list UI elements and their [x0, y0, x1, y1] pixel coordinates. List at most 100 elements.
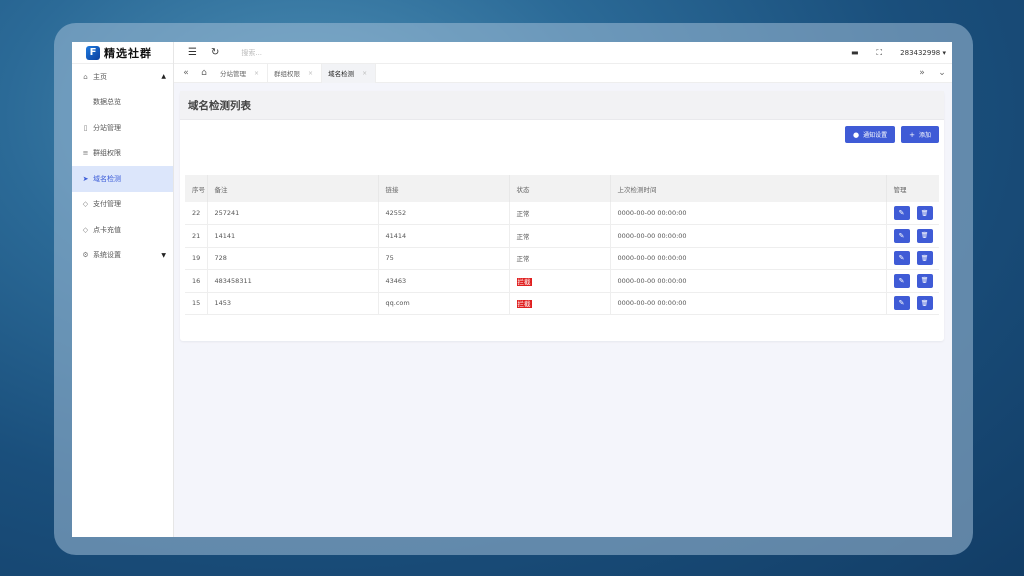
cell-note: 728	[207, 247, 379, 270]
cell-link: qq.com	[378, 292, 510, 315]
table-row: 19 728 75 正常 0000-00-00 00:00:00 ✎ 🗑	[185, 247, 939, 270]
cell-note: 483458311	[207, 269, 379, 292]
col-note: 备注	[207, 175, 379, 202]
cell-text: 21	[192, 231, 201, 240]
delete-icon[interactable]: 🗑	[916, 228, 933, 243]
tab-label: 域名检测	[328, 70, 355, 78]
fullscreen-icon[interactable]: ⛶	[877, 48, 883, 58]
sidebar-item-label: 分站管理	[93, 123, 121, 132]
cell-time: 0000-00-00 00:00:00	[610, 292, 887, 315]
sidebar-item-label: 数据总览	[93, 98, 121, 107]
delete-icon[interactable]: 🗑	[916, 273, 933, 288]
cell-link: 42552	[378, 202, 510, 225]
tab-1[interactable]: 群组权限 ×	[268, 63, 323, 83]
tab-dropdown-icon[interactable]: ⌄	[932, 68, 952, 78]
sidebar-item-label: 域名检测	[93, 174, 121, 183]
cell-id: 16	[185, 269, 208, 292]
table-header: 序号 备注 链接 状态 上次检测时间 管理	[185, 175, 939, 202]
brand-name: 精选社群	[104, 46, 152, 60]
cell-id: 21	[185, 224, 208, 247]
sidebar-item-5[interactable]: ◇ 支付管理	[72, 192, 173, 218]
col-status: 状态	[509, 175, 611, 202]
cell-text: 1453	[214, 299, 232, 308]
edit-icon[interactable]: ✎	[893, 273, 910, 288]
sidebar-item-6[interactable]: ◇ 点卡充值	[72, 217, 173, 243]
home-tab-icon[interactable]: ⌂	[198, 68, 210, 78]
sidebar: F 精选社群 ⌂ 主页 ▲ 数据总览 ▯ 分站管理 ≡ 群组权限 ➤ 域名检测 ◇ 支付管理 ◇ 点卡充值…	[72, 42, 174, 537]
status-badge: 拦截	[516, 277, 532, 286]
sidebar-item-3[interactable]: ≡ 群组权限	[72, 141, 173, 167]
table-row: 22 257241 42552 正常 0000-00-00 00:00:00 ✎ 🗑	[185, 202, 939, 225]
sidebar-item-label: 点卡充值	[93, 225, 121, 234]
cell-note: 14141	[207, 224, 379, 247]
table-row: 15 1453 qq.com 拦截 0000-00-00 00:00:00 ✎ 🗑	[185, 292, 939, 315]
cell-text: 43463	[385, 276, 407, 285]
sidebar-item-2[interactable]: ▯ 分站管理	[72, 115, 173, 141]
cell-id: 15	[185, 292, 208, 315]
delete-icon[interactable]: 🗑	[916, 206, 933, 220]
refresh-icon[interactable]: ↻	[211, 47, 219, 58]
send-icon: ➤	[82, 174, 89, 183]
gear-icon: ⚙	[82, 251, 89, 260]
edit-icon[interactable]: ✎	[893, 251, 910, 266]
app-window: F 精选社群 ⌂ 主页 ▲ 数据总览 ▯ 分站管理 ≡ 群组权限 ➤ 域名检测 ◇ 支付管理 ◇ 点卡充值…	[72, 42, 952, 537]
cell-manage: ✎ 🗑	[886, 247, 939, 270]
cell-link: 41414	[378, 224, 510, 247]
caret-down-icon: ▼	[161, 251, 166, 259]
tabs: 分站管理 × 群组权限 × 域名检测 ×	[214, 63, 377, 83]
cell-time: 0000-00-00 00:00:00	[610, 247, 887, 270]
close-icon[interactable]: ×	[308, 70, 313, 77]
edit-icon[interactable]: ✎	[893, 228, 910, 243]
cell-text: 0000-00-00 00:00:00	[617, 231, 687, 240]
add-button[interactable]: + 添加	[901, 126, 939, 143]
cell-note: 257241	[207, 202, 379, 225]
close-icon[interactable]: ×	[254, 70, 259, 77]
menu-fold-icon[interactable]: ☰	[188, 47, 197, 58]
logo-mark: F	[86, 45, 100, 60]
status-badge: 正常	[516, 210, 530, 218]
sidebar-item-4[interactable]: ➤ 域名检测	[72, 166, 173, 192]
tab-scroll-right-icon[interactable]: »	[912, 68, 932, 78]
cell-time: 0000-00-00 00:00:00	[610, 224, 887, 247]
cell-text: 257241	[214, 209, 240, 217]
cell-manage: ✎ 🗑	[886, 270, 939, 293]
cell-id: 19	[185, 247, 208, 270]
col-manage: 管理	[893, 185, 907, 194]
grid-icon: ▯	[83, 123, 88, 132]
edit-icon[interactable]: ✎	[893, 206, 910, 220]
cell-text: 16	[192, 276, 201, 285]
table-row: 21 14141 41414 正常 0000-00-00 00:00:00 ✎ 🗑	[185, 224, 939, 247]
table-row: 16 483458311 43463 拦截 0000-00-00 00:00:00 ✎ 🗑	[185, 269, 939, 293]
sidebar-item-label: 群组权限	[93, 149, 121, 158]
caret-up-icon: ▲	[161, 73, 166, 81]
col-last-check: 上次检测时间	[610, 175, 887, 202]
edit-icon[interactable]: ✎	[893, 296, 910, 311]
logo[interactable]: F 精选社群	[72, 42, 173, 64]
delete-icon[interactable]: 🗑	[916, 296, 933, 311]
cell-text: 0000-00-00 00:00:00	[617, 254, 687, 263]
notice-icon[interactable]: ▬	[851, 48, 859, 57]
sidebar-item-label: 支付管理	[93, 200, 121, 209]
cell-status: 拦截	[509, 269, 611, 292]
cell-id: 22	[185, 202, 208, 225]
sidebar-item-0[interactable]: ⌂ 主页 ▲	[72, 64, 173, 90]
shield-icon: ◇	[82, 200, 89, 209]
notify-settings-button[interactable]: ● 通知设置	[844, 126, 896, 143]
user-menu[interactable]: 283432998 ▾	[900, 49, 946, 57]
cell-manage: ✎ 🗑	[886, 292, 939, 315]
tab-0[interactable]: 分站管理 ×	[214, 63, 269, 83]
search-input[interactable]: 搜索...	[241, 48, 262, 58]
cell-text: 0000-00-00 00:00:00	[617, 276, 687, 285]
cell-link: 75	[378, 247, 510, 270]
sidebar-item-7[interactable]: ⚙ 系统设置 ▼	[72, 243, 173, 269]
sidebar-item-1[interactable]: 数据总览	[72, 90, 173, 116]
tab-scroll-left-icon[interactable]: «	[180, 68, 192, 78]
user-name: 283432998	[900, 48, 941, 57]
sidebar-nav: ⌂ 主页 ▲ 数据总览 ▯ 分站管理 ≡ 群组权限 ➤ 域名检测 ◇ 支付管理 ◇ 点卡充值 ⚙ 系统设置 ▼	[72, 64, 173, 268]
cell-text: 728	[214, 254, 227, 263]
close-icon[interactable]: ×	[362, 70, 367, 77]
notify-settings-label: 通知设置	[863, 132, 888, 139]
cell-text: 15	[192, 299, 201, 308]
delete-icon[interactable]: 🗑	[916, 251, 933, 266]
tab-2[interactable]: 域名检测 ×	[322, 63, 377, 83]
